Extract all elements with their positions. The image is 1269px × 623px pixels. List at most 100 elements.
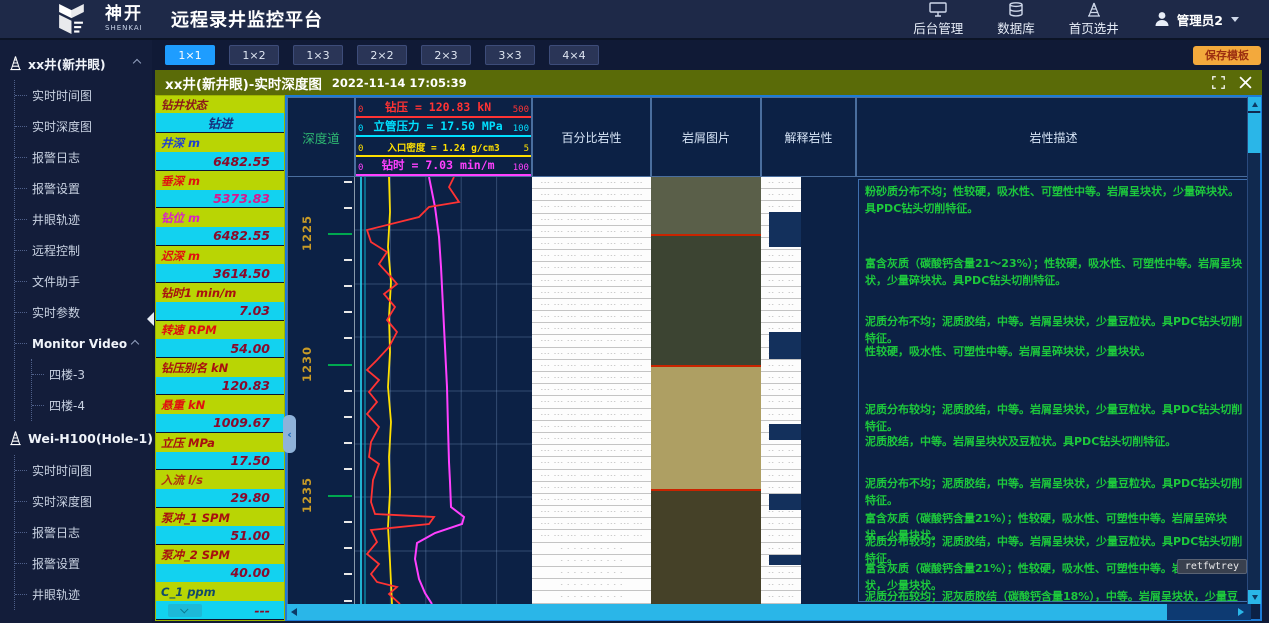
interp-pattern-row: -- -- -- <box>761 409 801 421</box>
vertical-scrollbar[interactable] <box>1247 97 1260 604</box>
parameter-label: 钻压别名 kN <box>156 358 284 377</box>
chevron-up-icon <box>133 59 141 67</box>
interp-pattern-row: -- -- -- <box>761 275 801 287</box>
lithology-pattern-row: - - - - - - - - - - <box>532 591 651 603</box>
curve-legend-row: 0立管压力 = 17.50 MPa100 <box>356 118 531 138</box>
tree-dash <box>15 312 27 313</box>
database-icon <box>1006 2 1026 17</box>
lithology-pattern-row: --- --- --- --- --- --- --- --- <box>532 457 651 469</box>
lithology-pattern-row: --- --- --- --- --- --- --- --- <box>532 201 651 213</box>
interp-pattern-row: -- -- -- <box>761 543 801 555</box>
tree-dash <box>15 157 27 158</box>
description-box: retfwtrey 粉砂质分布不均；性较硬，吸水性、可塑性中等。岩屑呈块状，少量… <box>858 179 1249 602</box>
curve-min: 0 <box>358 105 363 115</box>
interp-pattern-row: -- -- -- <box>761 396 801 408</box>
interp-pattern-row: -- -- -- <box>761 457 801 469</box>
curve-max: 500 <box>513 105 529 115</box>
parameter-value: 6482.55 <box>156 227 284 245</box>
user-menu[interactable]: 管理员2 <box>1153 10 1239 29</box>
sidebar-item[interactable]: 报警设置 <box>15 548 152 579</box>
close-icon[interactable] <box>1239 76 1252 89</box>
minor-depth-tick <box>344 285 352 287</box>
layout-button-1x1[interactable]: 1×1 <box>165 45 215 65</box>
curve-legend-row: 0钻压 = 120.83 kN500 <box>356 98 531 118</box>
minor-depth-tick <box>344 337 352 339</box>
sidebar-item[interactable]: 报警日志 <box>15 142 152 173</box>
chart-collapse-handle[interactable]: ‹ <box>283 415 296 453</box>
minor-depth-tick <box>344 390 352 392</box>
sidebar-item[interactable]: 报警日志 <box>15 517 152 548</box>
derrick-icon <box>8 430 23 446</box>
derrick-icon <box>1084 2 1104 17</box>
scroll-up-icon[interactable] <box>1248 97 1261 111</box>
sidebar-item[interactable]: 实时深度图 <box>15 486 152 517</box>
layout-button-1x2[interactable]: 1×2 <box>229 45 279 65</box>
nav-backend-management[interactable]: 后台管理 <box>913 2 963 37</box>
sidebar-item[interactable]: 四楼-3 <box>32 359 152 390</box>
nav-home-well-select[interactable]: 首页选井 <box>1069 2 1119 37</box>
lithology-pattern-row: --- --- --- --- --- --- --- --- <box>532 482 651 494</box>
sidebar-item[interactable]: 井眼轨迹 <box>15 579 152 610</box>
sidebar-item-label: 报警日志 <box>32 149 80 166</box>
derrick-icon <box>8 55 23 71</box>
sidebar-item[interactable]: 实时时间图 <box>15 80 152 111</box>
layout-button-4x4[interactable]: 4×4 <box>549 45 599 65</box>
parameter-label: 钻时1 min/m <box>156 283 284 302</box>
layout-button-1x3[interactable]: 1×3 <box>293 45 343 65</box>
lithology-description-text: 性较硬，吸水性、可塑性中等。岩屑呈碎块状，少量块状。 <box>865 343 1246 360</box>
tree-dash <box>15 219 27 220</box>
major-depth-tick <box>328 495 352 497</box>
lithology-description-column: retfwtrey 粉砂质分布不均；性较硬，吸水性、可塑性中等。岩屑呈块状，少量… <box>856 177 1251 604</box>
parameter-value: 120.83 <box>156 377 284 395</box>
interp-pattern-row: -- -- -- <box>761 530 801 542</box>
depth-track-header: 深度道 <box>287 97 355 177</box>
sidebar-well-node[interactable]: xx井(新井眼) <box>0 46 152 80</box>
tree-dash <box>32 374 44 375</box>
interp-pattern-row: -- -- -- <box>761 262 801 274</box>
scroll-left-icon[interactable] <box>287 604 303 620</box>
param-scroll-down-button[interactable] <box>168 604 202 617</box>
sidebar-item[interactable]: 实时深度图 <box>15 111 152 142</box>
sidebar-item[interactable]: 远程控制 <box>15 235 152 266</box>
brand-name-cn: 神开 <box>105 6 143 23</box>
vertical-scroll-thumb[interactable] <box>1248 113 1261 153</box>
sidebar-item[interactable]: 井眼轨迹 <box>15 204 152 235</box>
fullscreen-icon[interactable] <box>1212 76 1225 89</box>
cuttings-photo-zone <box>651 177 761 234</box>
lithology-pattern-row: --- --- --- --- --- --- --- --- <box>532 518 651 530</box>
panel-title: xx井(新井眼)-实时深度图 <box>165 73 322 93</box>
top-header-bar: 神开 SHENKAI 远程录井监控平台 后台管理 数据库 首页选井 <box>0 0 1269 40</box>
sidebar-item[interactable]: 文件助手 <box>15 266 152 297</box>
sidebar-item-label: 井眼轨迹 <box>32 211 80 228</box>
sidebar-item[interactable]: 实时时间图 <box>15 455 152 486</box>
sidebar-item[interactable]: 报警设置 <box>15 173 152 204</box>
interp-pattern-row: -- -- -- <box>761 579 801 591</box>
layout-button-2x2[interactable]: 2×2 <box>357 45 407 65</box>
video-children: 四楼-3四楼-4 <box>31 359 152 421</box>
lithology-pattern-row: --- --- --- --- --- --- --- --- <box>532 323 651 335</box>
scroll-right-icon[interactable] <box>1233 604 1249 620</box>
sidebar-item-monitor-video[interactable]: Monitor Video <box>15 328 152 359</box>
horizontal-scrollbar[interactable] <box>287 604 1251 620</box>
sidebar-well-node[interactable]: Wei-H100(Hole-1) <box>0 421 152 455</box>
layout-button-2x3[interactable]: 2×3 <box>421 45 471 65</box>
tree-dash <box>15 501 27 502</box>
scroll-down-icon[interactable] <box>1248 590 1261 604</box>
lithology-pattern-row: - - - - - - - - - - <box>532 555 651 567</box>
depth-log-chart: 深度道 0钻压 = 120.83 kN5000立管压力 = 17.50 MPa1… <box>285 95 1262 621</box>
sidebar-item[interactable]: 四楼-4 <box>32 390 152 421</box>
lithology-pattern-row: --- --- --- --- --- --- --- --- <box>532 177 651 189</box>
layout-button-3x3[interactable]: 3×3 <box>485 45 535 65</box>
chevron-down-icon <box>180 605 188 613</box>
sidebar-item[interactable]: 实时参数 <box>15 297 152 328</box>
interp-pattern-row: -- -- -- <box>761 360 801 372</box>
minor-depth-tick <box>344 181 352 183</box>
lithology-pattern-row: - - - - - - - - - - <box>532 579 651 591</box>
save-template-button[interactable]: 保存模板 <box>1193 46 1261 65</box>
horizontal-scroll-thumb[interactable] <box>303 604 1167 620</box>
column-header-cuttings-photo: 岩屑图片 <box>651 97 761 177</box>
parameter-row: 垂深 m5373.83 <box>156 171 284 208</box>
parameter-row: 泵冲_1 SPM51.00 <box>156 508 284 545</box>
tree-dash <box>32 405 44 406</box>
nav-database[interactable]: 数据库 <box>997 2 1035 37</box>
